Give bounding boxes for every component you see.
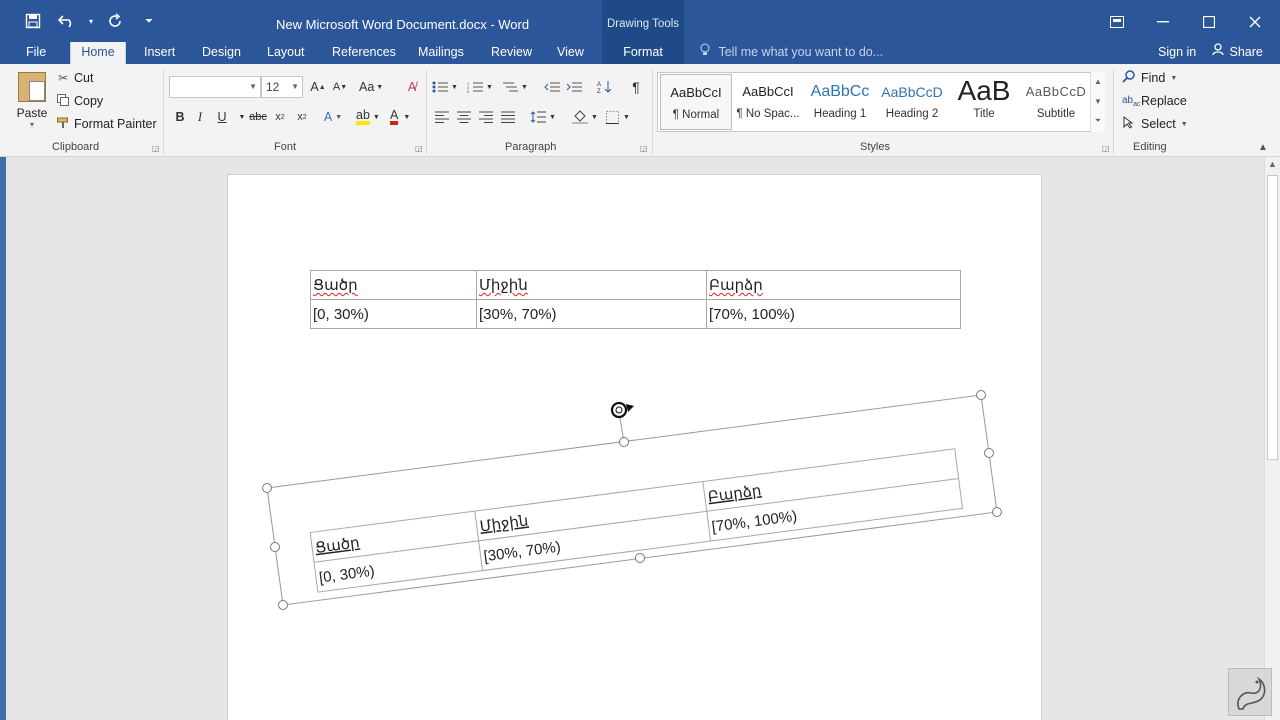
rotated-cell-text: Միջին	[479, 512, 530, 535]
resize-handle[interactable]	[976, 390, 986, 400]
selection-frame	[266, 394, 998, 606]
resize-handle[interactable]	[984, 448, 994, 458]
resize-handle[interactable]	[278, 600, 288, 610]
rotated-cell-text: [0, 30%)	[318, 563, 376, 587]
rotated-cell-text: Բարձր	[707, 482, 762, 506]
vertical-scrollbar[interactable]: ▲	[1264, 157, 1280, 720]
scrollbar-thumb[interactable]	[1267, 175, 1278, 460]
rotated-table: Ցածր Միջին Բարձր [0, 30%) [30%, 70%) [70…	[309, 448, 964, 593]
resize-handle[interactable]	[635, 553, 645, 563]
rotated-cell-text: Ցածր	[314, 534, 360, 557]
resize-handle[interactable]	[270, 542, 280, 552]
resize-handle[interactable]	[262, 483, 272, 493]
resize-handle[interactable]	[992, 507, 1002, 517]
scroll-up-icon[interactable]: ▲	[1268, 159, 1277, 169]
rotated-table-image[interactable]: Ցածր Միջին Բարձր [0, 30%) [30%, 70%) [70…	[0, 0, 1280, 720]
rotate-cursor-icon[interactable]	[610, 401, 634, 419]
dragon-logo-icon	[1228, 668, 1272, 716]
rotated-cell-text: [30%, 70%)	[483, 538, 562, 565]
resize-handle[interactable]	[619, 437, 629, 447]
rotated-table-rule	[313, 478, 959, 563]
